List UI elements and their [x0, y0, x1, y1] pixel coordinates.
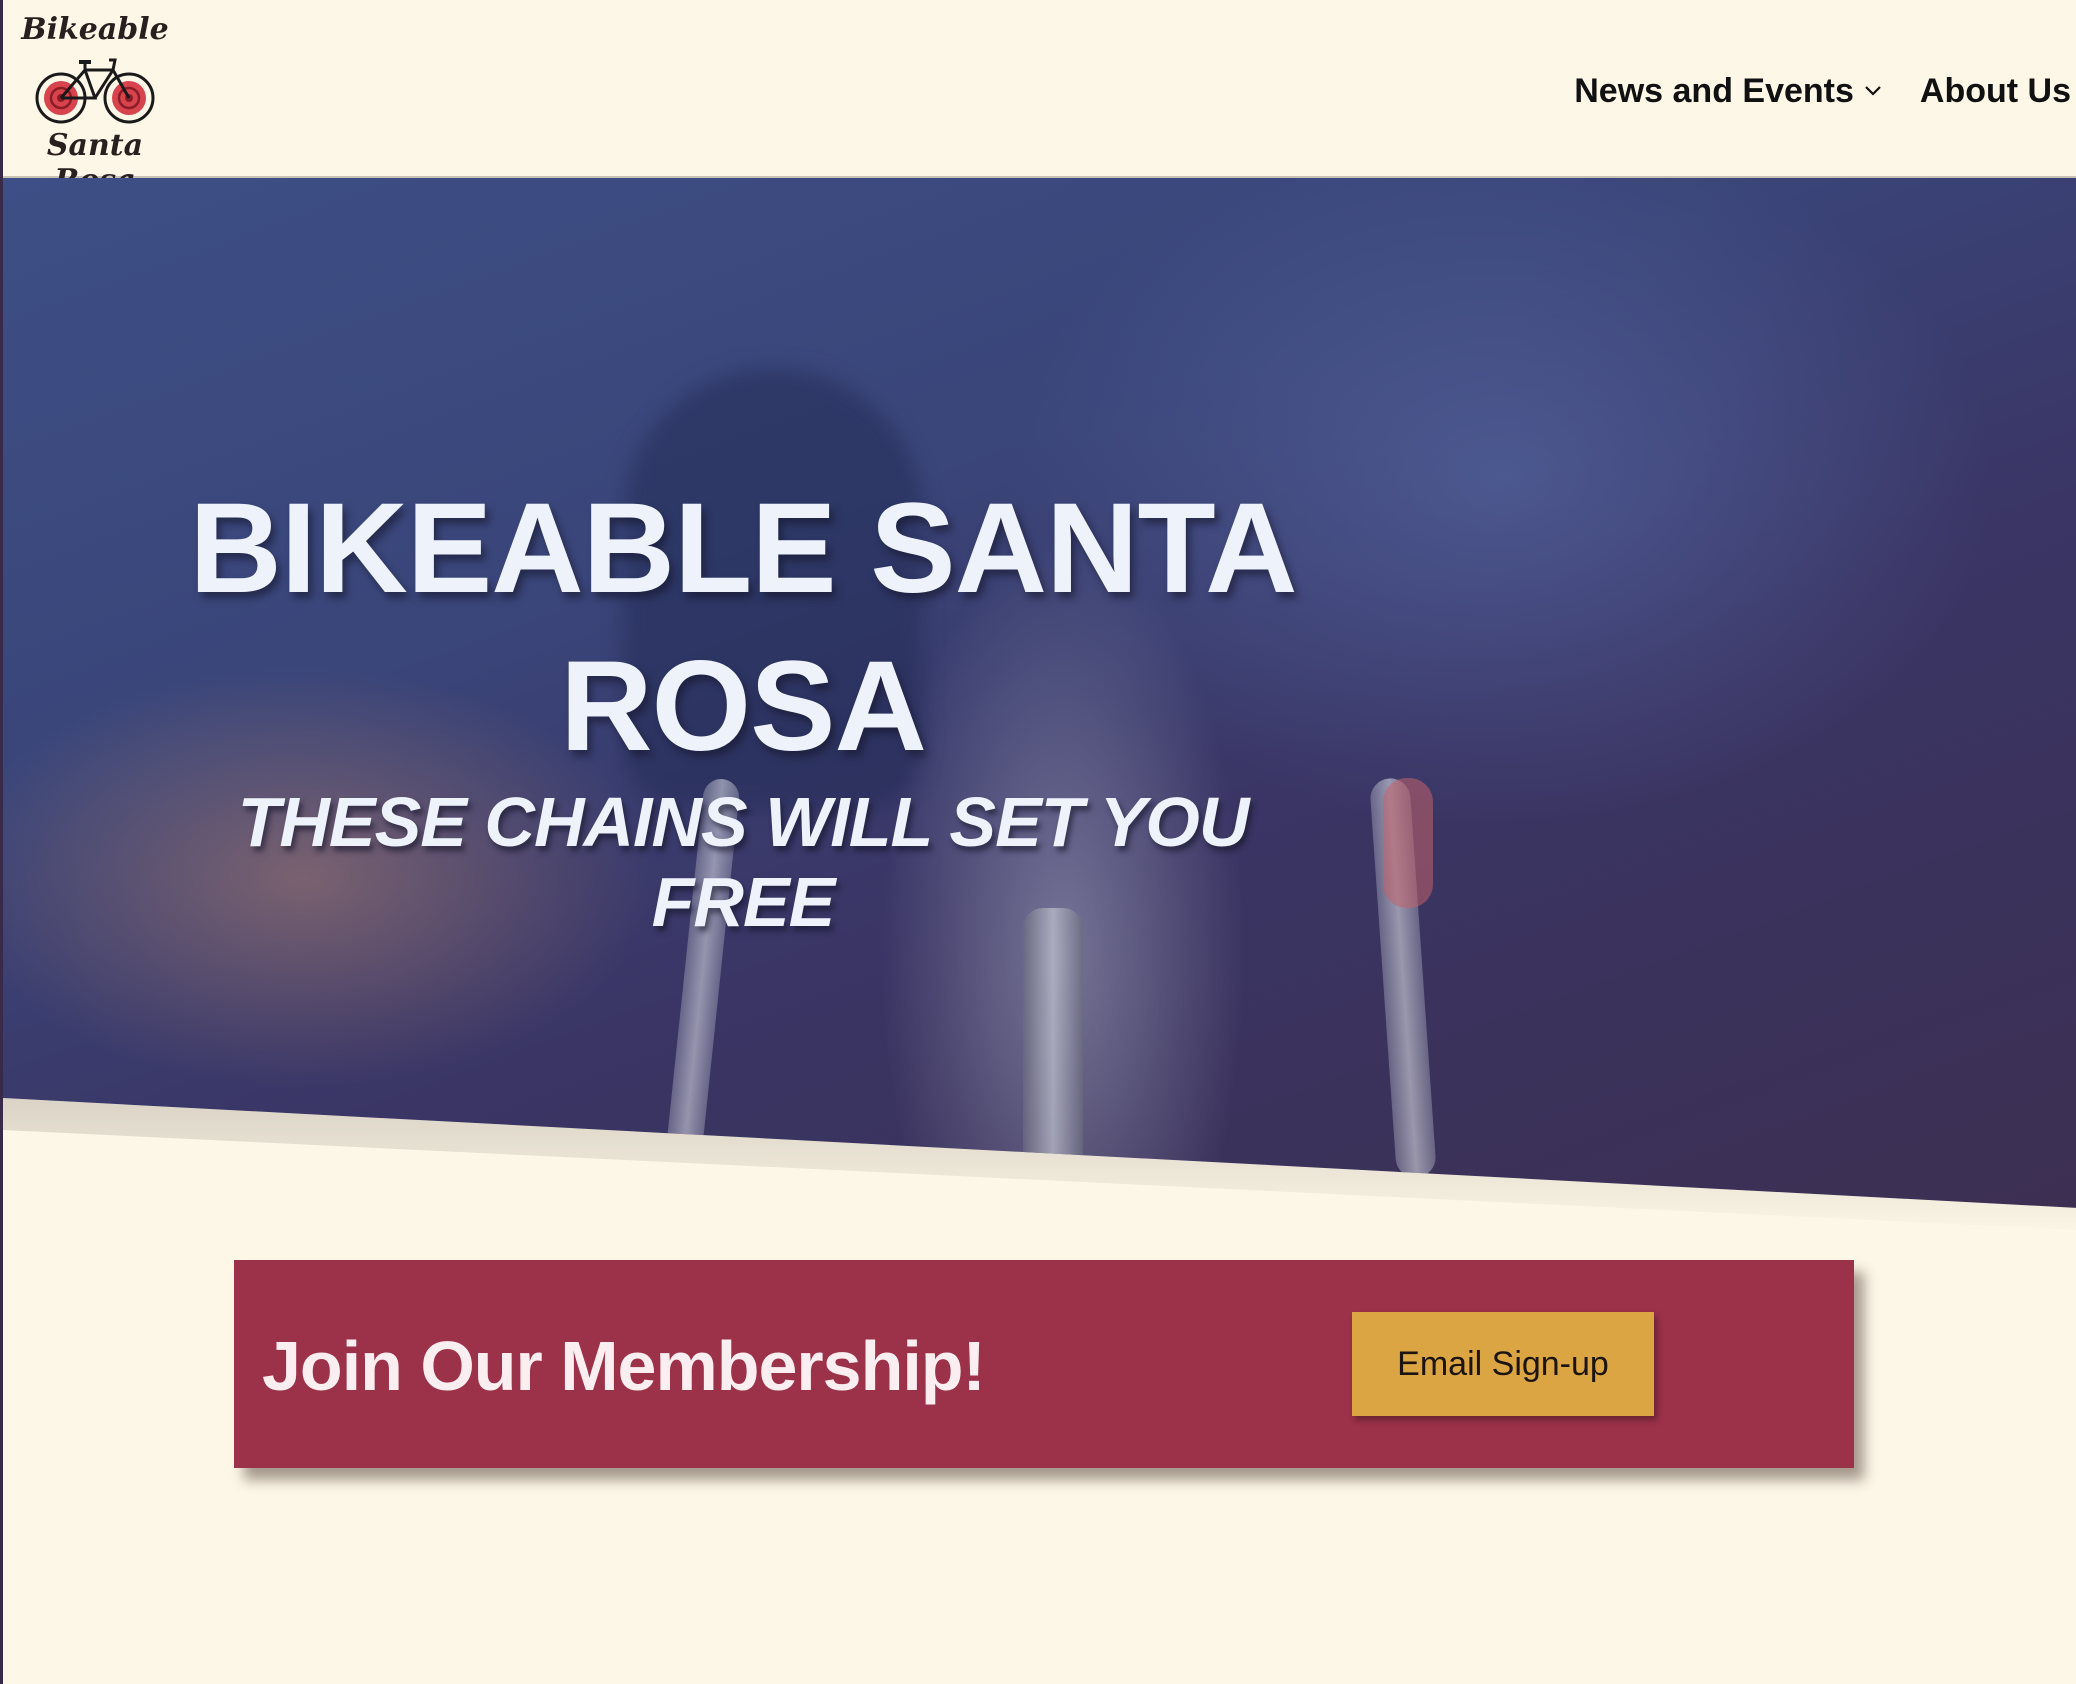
membership-heading: Join Our Membership!: [262, 1327, 986, 1405]
email-signup-button[interactable]: Email Sign-up: [1352, 1312, 1654, 1416]
logo-text-top: Bikeable: [21, 12, 169, 47]
nav-item-about-us[interactable]: About Us: [1920, 72, 2076, 111]
membership-banner: Join Our Membership! Email Sign-up: [234, 1260, 1854, 1468]
site-logo[interactable]: Bikeable Santa Rosa: [15, 10, 175, 198]
nav-item-label: About Us: [1919, 71, 2071, 110]
nav-item-label: News and Events: [1574, 71, 1854, 110]
bicycle-icon: [35, 58, 155, 124]
page: Bikeable Santa Rosa: [0, 0, 2076, 1684]
chevron-down-icon: [1864, 80, 1882, 103]
nav-item-news-and-events[interactable]: News and Events: [1574, 72, 1882, 111]
hero-tagline: THESE CHAINS WILL SET YOU FREE: [237, 783, 1250, 941]
site-header: Bikeable Santa Rosa: [3, 0, 2076, 198]
hero-background-brake-hood: [1383, 778, 1433, 908]
main-nav: News and Events About Us: [1574, 66, 2076, 116]
hero-title: BIKEABLE SANTA ROSA: [189, 477, 1297, 778]
